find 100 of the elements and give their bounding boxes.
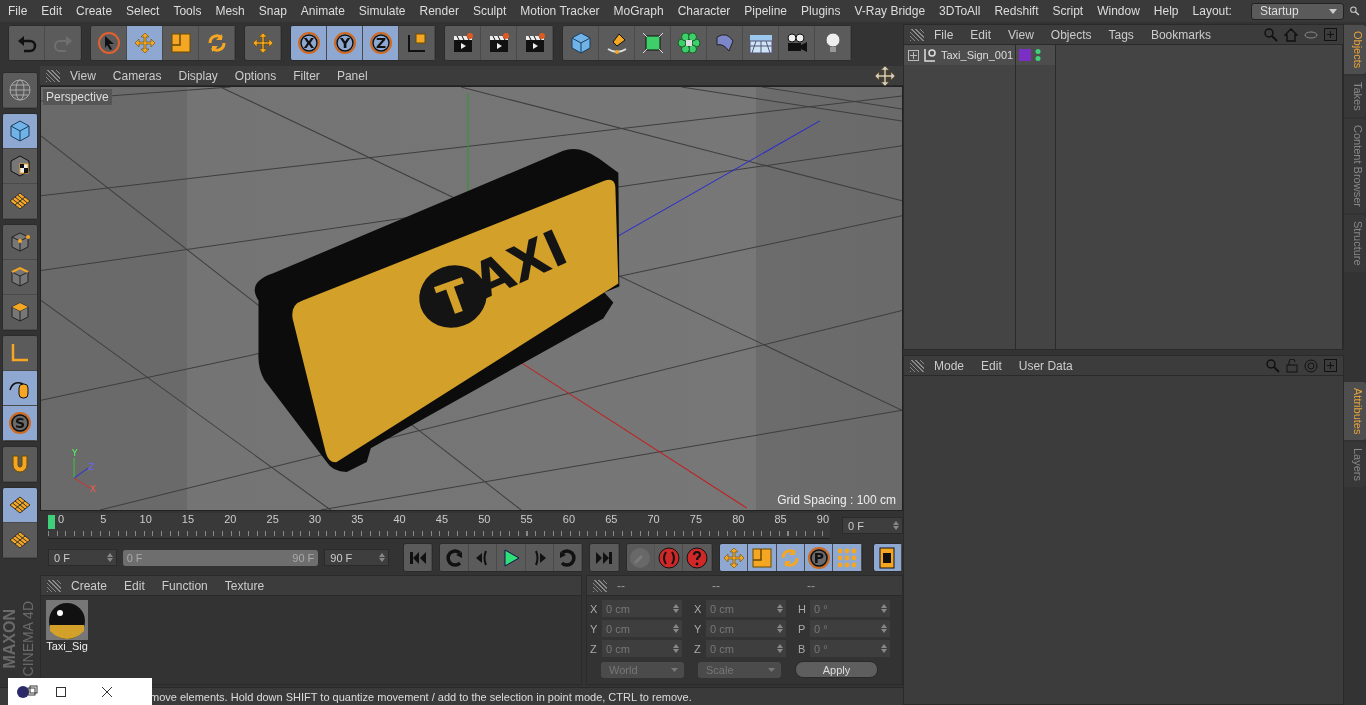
- coordinate-label: X: [694, 602, 703, 615]
- menu-item[interactable]: Help: [1153, 4, 1187, 18]
- menu-item[interactable]: Bookmarks: [1150, 27, 1211, 42]
- spinner-arrows-icon[interactable]: [777, 604, 783, 613]
- frame-tick-label: 10: [138, 513, 153, 525]
- menu-item[interactable]: MoGraph: [613, 4, 672, 18]
- spinner-arrows-icon[interactable]: [777, 644, 783, 653]
- key-button[interactable]: [719, 544, 749, 571]
- menu-item[interactable]: Edit: [970, 27, 992, 42]
- menu-item[interactable]: Tags: [1108, 27, 1134, 42]
- coordinate-label: Y: [694, 622, 703, 635]
- toolbar-button[interactable]: X: [291, 26, 327, 60]
- menu-item[interactable]: Texture: [224, 578, 265, 593]
- menu-item[interactable]: Redshift: [994, 4, 1047, 18]
- side-tab[interactable]: Objects: [1344, 25, 1366, 75]
- frame-tick-label: 55: [519, 513, 534, 525]
- menu-item[interactable]: Script: [1052, 4, 1092, 18]
- menu-item[interactable]: Pipeline: [744, 4, 796, 18]
- menu-item[interactable]: Motion Tracker: [520, 4, 608, 18]
- end-frame-field[interactable]: 90 F: [324, 549, 390, 566]
- tool-button[interactable]: [3, 488, 37, 523]
- menu-item[interactable]: Animate: [300, 4, 353, 18]
- spinner-arrows-icon[interactable]: [881, 644, 887, 653]
- frame-tick-label: 45: [434, 513, 449, 525]
- menu-item[interactable]: Create: [71, 578, 108, 593]
- coordinate-label: Z: [694, 642, 702, 655]
- menu-item[interactable]: Mode: [934, 358, 965, 373]
- tool-button[interactable]: [3, 371, 37, 406]
- spinner-arrows-icon[interactable]: [673, 624, 679, 633]
- frame-tick-label: 0: [56, 513, 66, 525]
- visibility-dots-icon[interactable]: [1035, 48, 1041, 62]
- spinner-arrows-icon[interactable]: [893, 521, 899, 530]
- menu-item[interactable]: Simulate: [358, 4, 414, 18]
- menu-item[interactable]: Panel: [336, 68, 368, 83]
- spinner-arrows-icon[interactable]: [881, 624, 887, 633]
- frame-tick-label: 65: [604, 513, 619, 525]
- panel-grip-icon: [46, 69, 60, 82]
- current-frame-marker[interactable]: [48, 515, 55, 529]
- menu-item[interactable]: Plugins: [801, 4, 849, 18]
- menu-item[interactable]: Render: [419, 4, 467, 18]
- menu-item[interactable]: View: [1008, 27, 1034, 42]
- menu-item[interactable]: Window: [1097, 4, 1148, 18]
- record-icon: [656, 545, 681, 570]
- object-row[interactable]: Taxi_Sign_001: [904, 45, 1015, 65]
- spinner-arrows-icon[interactable]: [777, 624, 783, 633]
- axis-label: Y: [72, 448, 78, 459]
- app-window-icon[interactable]: [16, 683, 38, 700]
- side-tab[interactable]: Attributes: [1344, 381, 1366, 441]
- menu-item[interactable]: Select: [126, 4, 168, 18]
- menu-item[interactable]: Snap: [258, 4, 295, 18]
- apply-button[interactable]: Apply: [795, 661, 878, 678]
- menu-item[interactable]: Tools: [173, 4, 210, 18]
- key-button[interactable]: [748, 544, 777, 571]
- menu-item[interactable]: Function: [161, 578, 208, 593]
- globe-icon: [8, 78, 32, 102]
- spinner-arrows-icon[interactable]: [881, 604, 887, 613]
- record-button[interactable]: [683, 544, 712, 571]
- current-frame-field[interactable]: 0 F: [842, 517, 903, 534]
- menu-item[interactable]: 3DToAll: [939, 4, 989, 18]
- cube-edges-icon: [8, 265, 32, 289]
- menu-item[interactable]: Edit: [41, 4, 71, 18]
- menu-item[interactable]: Mesh: [215, 4, 253, 18]
- material-ball-icon[interactable]: [46, 600, 88, 640]
- menu-item[interactable]: Character: [677, 4, 739, 18]
- spinner-arrows-icon[interactable]: [106, 553, 113, 562]
- timeline-button[interactable]: [873, 544, 902, 571]
- start-frame-field[interactable]: 0 F: [48, 549, 117, 566]
- spinner-arrows-icon[interactable]: [673, 644, 679, 653]
- maximize-icon: [56, 686, 66, 697]
- menu-item[interactable]: User Data: [1018, 358, 1073, 373]
- toolbar-button[interactable]: Y: [327, 26, 363, 60]
- frame-tick-label: 30: [307, 513, 322, 525]
- menu-item[interactable]: Edit: [981, 358, 1002, 373]
- eye-outline-icon[interactable]: [1304, 30, 1318, 39]
- menu-item[interactable]: V-Ray Bridge: [854, 4, 934, 18]
- menu-item[interactable]: Sculpt: [472, 4, 515, 18]
- toolbar-button[interactable]: [445, 26, 481, 60]
- coordinate-label: Z: [590, 642, 598, 655]
- menu-item[interactable]: Filter: [293, 68, 320, 83]
- menu-item[interactable]: Cameras: [112, 68, 162, 83]
- search-icon[interactable]: [1350, 4, 1360, 18]
- menu-item[interactable]: View: [70, 68, 96, 83]
- record-button[interactable]: [655, 544, 684, 571]
- toolbar-button[interactable]: Z: [363, 26, 399, 60]
- frame-tick-label: 80: [731, 513, 746, 525]
- key-icon: [628, 545, 653, 570]
- spinner-arrows-icon[interactable]: [673, 604, 679, 613]
- key-button[interactable]: [833, 544, 862, 571]
- menu-item[interactable]: Options: [234, 68, 277, 83]
- menu-item[interactable]: File: [8, 4, 36, 18]
- menu-item[interactable]: Create: [76, 4, 121, 18]
- spinner-arrows-icon[interactable]: [379, 553, 386, 562]
- key-button[interactable]: [776, 544, 805, 571]
- menu-item[interactable]: Objects: [1050, 27, 1092, 42]
- frame-tick-label: 60: [561, 513, 576, 525]
- layout-dropdown[interactable]: Startup: [1250, 2, 1345, 20]
- menu-item[interactable]: Edit: [124, 578, 145, 593]
- menu-item[interactable]: Display: [178, 68, 218, 83]
- expand-icon[interactable]: [908, 49, 919, 61]
- menu-item[interactable]: File: [934, 27, 954, 42]
